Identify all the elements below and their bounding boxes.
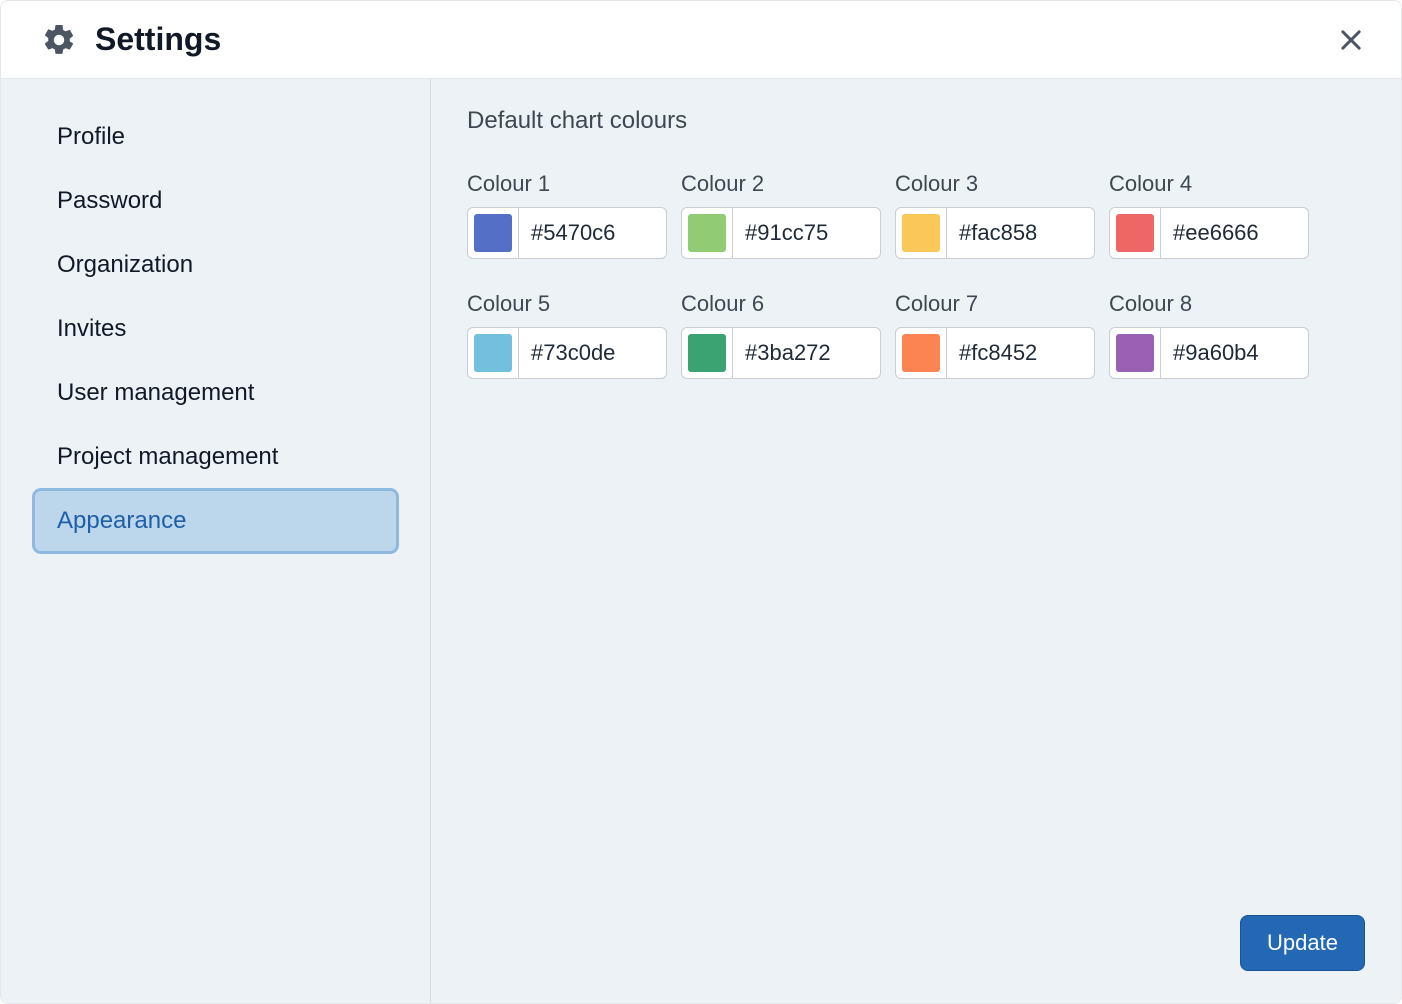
colour-input-wrap [681,207,881,259]
colour-input-wrap [895,207,1095,259]
colour-cell-8: Colour 8 [1109,291,1309,379]
colour-hex-input-6[interactable] [733,327,881,379]
sidebar-item-password[interactable]: Password [35,171,396,231]
modal-header: Settings [1,1,1401,79]
colour-swatch-5[interactable] [467,327,519,379]
colour-label: Colour 5 [467,291,667,317]
sidebar-item-project-management[interactable]: Project management [35,427,396,487]
colour-input-wrap [681,327,881,379]
colour-cell-7: Colour 7 [895,291,1095,379]
colour-cell-5: Colour 5 [467,291,667,379]
sidebar-item-label: User management [57,379,254,406]
colour-input-wrap [467,207,667,259]
sidebar-item-label: Password [57,187,162,214]
sidebar-item-label: Invites [57,315,126,342]
colour-label: Colour 7 [895,291,1095,317]
modal-body: Profile Password Organization Invites Us… [1,79,1401,1003]
colour-input-wrap [467,327,667,379]
colour-hex-input-7[interactable] [947,327,1095,379]
content-footer: Update [467,915,1365,971]
swatch-inner [474,334,512,372]
colour-label: Colour 2 [681,171,881,197]
colour-label: Colour 6 [681,291,881,317]
gear-icon [41,22,77,58]
colour-hex-input-5[interactable] [519,327,667,379]
section-title: Default chart colours [467,107,1365,135]
colour-cell-3: Colour 3 [895,171,1095,259]
colour-swatch-6[interactable] [681,327,733,379]
colour-hex-input-8[interactable] [1161,327,1309,379]
swatch-inner [902,214,940,252]
colour-input-wrap [1109,327,1309,379]
colour-label: Colour 1 [467,171,667,197]
colour-swatch-7[interactable] [895,327,947,379]
colour-cell-4: Colour 4 [1109,171,1309,259]
swatch-inner [1116,334,1154,372]
colour-cell-2: Colour 2 [681,171,881,259]
swatch-inner [688,334,726,372]
colour-swatch-1[interactable] [467,207,519,259]
swatch-inner [902,334,940,372]
colour-grid: Colour 1 Colour 2 [467,171,1365,379]
colour-cell-1: Colour 1 [467,171,667,259]
colour-swatch-4[interactable] [1109,207,1161,259]
sidebar-item-organization[interactable]: Organization [35,235,396,295]
colour-hex-input-2[interactable] [733,207,881,259]
sidebar-item-appearance[interactable]: Appearance [35,491,396,551]
settings-sidebar: Profile Password Organization Invites Us… [1,79,431,1003]
colour-swatch-8[interactable] [1109,327,1161,379]
colour-hex-input-4[interactable] [1161,207,1309,259]
sidebar-item-profile[interactable]: Profile [35,107,396,167]
swatch-inner [1116,214,1154,252]
update-button[interactable]: Update [1240,915,1365,971]
sidebar-item-label: Profile [57,123,125,150]
colour-hex-input-3[interactable] [947,207,1095,259]
colour-label: Colour 8 [1109,291,1309,317]
settings-modal: Settings Profile Password Organization I… [0,0,1402,1004]
settings-content: Default chart colours Colour 1 Colour 2 [431,79,1401,1003]
sidebar-item-label: Appearance [57,507,186,534]
sidebar-item-invites[interactable]: Invites [35,299,396,359]
modal-title: Settings [95,21,221,58]
colour-swatch-2[interactable] [681,207,733,259]
colour-input-wrap [895,327,1095,379]
swatch-inner [474,214,512,252]
colour-input-wrap [1109,207,1309,259]
swatch-inner [688,214,726,252]
sidebar-item-user-management[interactable]: User management [35,363,396,423]
colour-label: Colour 4 [1109,171,1309,197]
sidebar-item-label: Project management [57,443,278,470]
colour-hex-input-1[interactable] [519,207,667,259]
sidebar-item-label: Organization [57,251,193,278]
colour-swatch-3[interactable] [895,207,947,259]
colour-cell-6: Colour 6 [681,291,881,379]
close-button[interactable] [1337,26,1365,54]
colour-label: Colour 3 [895,171,1095,197]
